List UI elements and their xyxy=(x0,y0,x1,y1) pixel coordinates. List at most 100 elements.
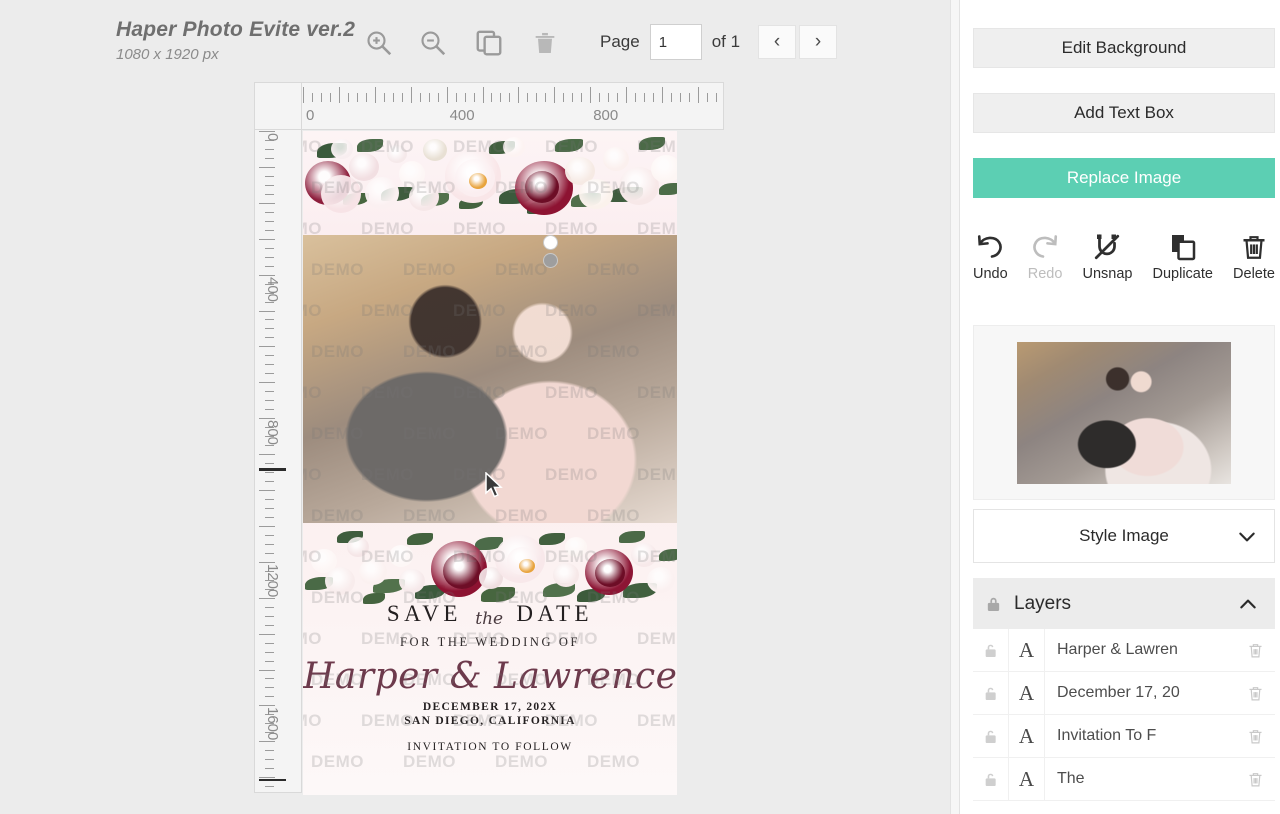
floral-leaf xyxy=(639,137,665,150)
floral-petal xyxy=(503,137,525,157)
floral-petal xyxy=(469,173,487,189)
floral-petal xyxy=(603,147,629,171)
ruler-tick-label: 0 xyxy=(306,107,315,124)
floral-petal xyxy=(321,175,361,213)
panel-scrollbar[interactable] xyxy=(950,0,960,814)
undo-icon xyxy=(978,235,1003,258)
floral-petal xyxy=(525,171,559,203)
duplicate-page-icon[interactable] xyxy=(470,24,508,62)
text-layer-icon: A xyxy=(1009,671,1045,715)
floral-leaf xyxy=(407,533,433,545)
save-the-date-heading[interactable]: SAVE the DATE xyxy=(303,601,677,629)
delete-layer-icon[interactable] xyxy=(1235,727,1275,746)
selection-handle-top[interactable] xyxy=(543,235,558,250)
date-word: DATE xyxy=(516,601,594,626)
redo-label: Redo xyxy=(1027,266,1063,282)
floral-petal xyxy=(553,563,579,587)
style-image-accordion[interactable]: Style Image xyxy=(973,509,1275,563)
layer-name-label: Harper & Lawren xyxy=(1057,641,1178,658)
ruler-position-marker xyxy=(259,468,286,471)
ruler-corner xyxy=(254,82,302,130)
delete-page-icon[interactable] xyxy=(526,24,564,62)
layer-row[interactable]: A Harper & Lawren xyxy=(973,628,1275,672)
wedding-date-text[interactable]: DECEMBER 17, 202X xyxy=(303,701,677,713)
text-layer-icon: A xyxy=(1009,714,1045,758)
duplicate-button[interactable]: Duplicate xyxy=(1153,232,1213,282)
delete-button[interactable]: Delete xyxy=(1233,232,1275,282)
ruler-tick-label: 800 xyxy=(264,420,281,446)
delete-layer-icon[interactable] xyxy=(1235,684,1275,703)
document-info: Haper Photo Evite ver.2 1080 x 1920 px xyxy=(116,17,355,65)
ruler-tick-label: 1200 xyxy=(264,563,281,598)
unsnap-icon xyxy=(1095,234,1120,260)
next-page-button[interactable]: › xyxy=(799,25,838,59)
for-the-wedding-of-text[interactable]: FOR THE WEDDING OF xyxy=(303,635,677,650)
selection-handle-rotate[interactable] xyxy=(543,253,558,268)
floral-leaf xyxy=(659,549,677,561)
layer-row[interactable]: A Invitation To F xyxy=(973,714,1275,758)
invitation-to-follow-text[interactable]: INVITATION TO FOLLOW xyxy=(303,741,677,753)
layers-header[interactable]: Layers xyxy=(973,578,1275,629)
save-word: SAVE xyxy=(386,601,462,626)
floral-leaf xyxy=(481,587,515,602)
page-title: Haper Photo Evite ver.2 xyxy=(116,18,356,41)
text-layer-icon: A xyxy=(1009,757,1045,801)
floral-petal xyxy=(347,537,369,557)
preview-thumbnail xyxy=(1017,341,1231,484)
floral-leaf xyxy=(555,139,583,152)
text-layer-icon: A xyxy=(1009,628,1045,672)
duplicate-label: Duplicate xyxy=(1152,266,1213,282)
ruler-tick-label: 1600 xyxy=(264,707,281,741)
layer-name-label: December 17, 20 xyxy=(1057,684,1180,701)
chevron-down-icon xyxy=(1236,527,1258,552)
page-label: Page xyxy=(600,32,640,51)
style-image-label: Style Image xyxy=(1079,526,1169,545)
couple-names-text[interactable]: Harper & Lawrence xyxy=(303,656,677,697)
page-input[interactable] xyxy=(649,24,702,60)
floral-petal xyxy=(331,139,353,159)
editor-area: Haper Photo Evite ver.2 1080 x 1920 px P… xyxy=(0,0,950,814)
right-properties-panel: Edit Background Add Text Box Replace Ima… xyxy=(960,0,1280,814)
ruler-tick-label: 400 xyxy=(449,107,475,124)
edit-background-button[interactable]: Edit Background xyxy=(973,28,1275,68)
layer-row[interactable]: A December 17, 20 xyxy=(973,671,1275,715)
zoom-out-icon[interactable] xyxy=(414,24,452,62)
ruler-tick-label: 400 xyxy=(264,276,281,302)
lock-open-icon[interactable] xyxy=(973,671,1009,715)
floral-petal xyxy=(647,567,675,593)
replace-image-button[interactable]: Replace Image xyxy=(973,158,1275,198)
layer-row[interactable]: A The xyxy=(973,757,1275,801)
floral-leaf xyxy=(539,533,565,545)
lock-open-icon[interactable] xyxy=(973,757,1009,801)
redo-button[interactable]: Redo xyxy=(1027,232,1063,282)
unsnap-button[interactable]: Unsnap xyxy=(1082,232,1132,282)
floral-petal xyxy=(365,177,399,209)
redo-icon xyxy=(1033,235,1058,258)
lock-open-icon[interactable] xyxy=(973,714,1009,758)
zoom-in-icon[interactable] xyxy=(360,24,398,62)
design-canvas[interactable]: SAVE the DATE FOR THE WEDDING OF Harper … xyxy=(303,131,677,795)
mouse-cursor xyxy=(484,471,504,505)
floral-petal xyxy=(387,145,407,163)
chevron-up-icon[interactable] xyxy=(1237,594,1259,619)
floral-petal xyxy=(325,567,355,595)
wedding-city-text[interactable]: SAN DIEGO, CALIFORNIA xyxy=(303,715,677,727)
delete-layer-icon[interactable] xyxy=(1235,770,1275,789)
floral-leaf xyxy=(619,531,645,543)
floral-petal xyxy=(651,155,677,183)
prev-page-button[interactable]: ‹ xyxy=(758,25,797,59)
delete-layer-icon[interactable] xyxy=(1235,641,1275,660)
selected-image-preview[interactable] xyxy=(973,325,1275,500)
floral-petal xyxy=(409,183,439,211)
layers-title: Layers xyxy=(1014,592,1072,614)
add-text-box-button[interactable]: Add Text Box xyxy=(973,93,1275,133)
lock-open-icon[interactable] xyxy=(973,628,1009,672)
floral-petal xyxy=(595,559,625,587)
lock-closed-icon[interactable] xyxy=(985,594,1002,614)
trash-icon xyxy=(1243,236,1265,259)
floral-leaf xyxy=(659,183,677,195)
floral-leaf xyxy=(357,139,383,152)
floral-petal xyxy=(423,139,447,161)
floral-petal xyxy=(579,179,613,209)
undo-button[interactable]: Undo xyxy=(973,232,1008,282)
